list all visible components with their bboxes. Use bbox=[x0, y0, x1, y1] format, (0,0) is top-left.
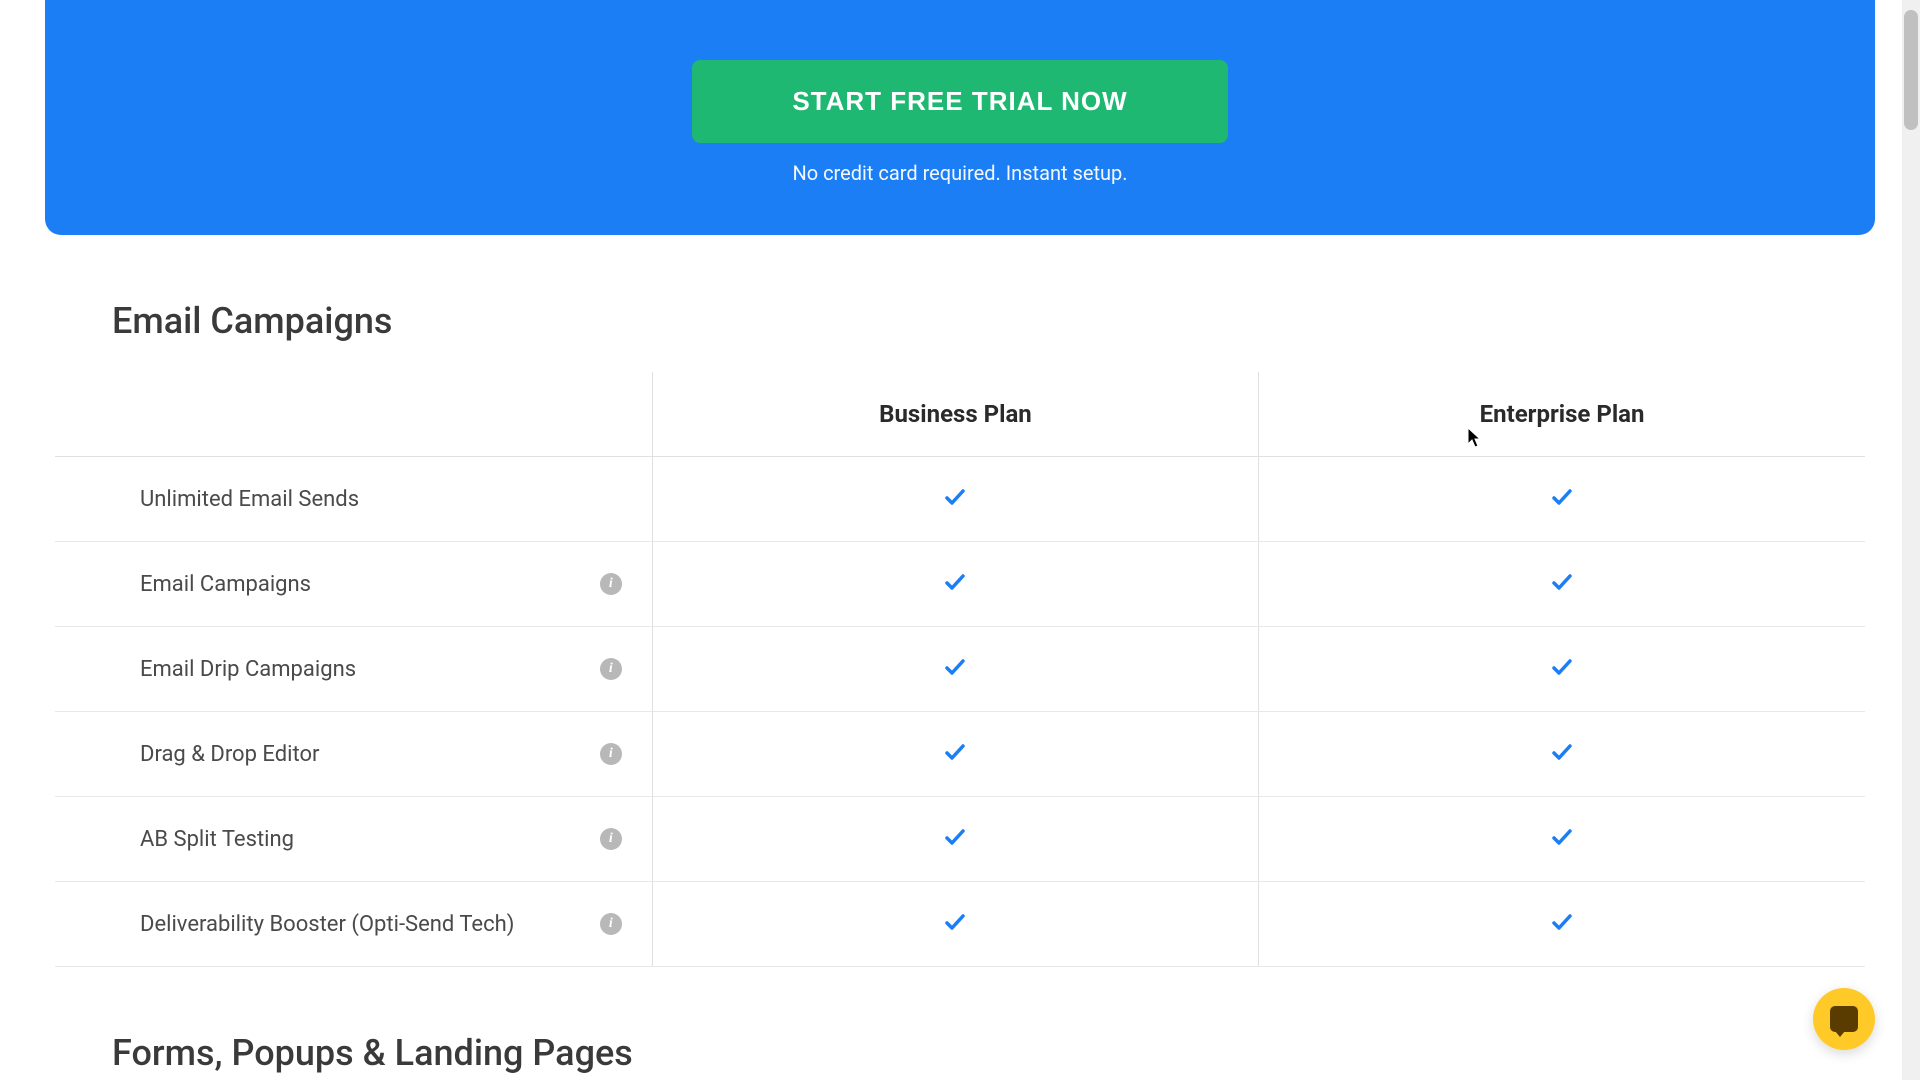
info-icon[interactable] bbox=[600, 658, 622, 680]
check-icon bbox=[943, 910, 967, 934]
chat-widget-button[interactable] bbox=[1813, 988, 1875, 1050]
table-row: Unlimited Email Sends bbox=[55, 457, 1865, 542]
feature-label: Email Drip Campaigns bbox=[140, 657, 356, 682]
plan-cell-business bbox=[652, 882, 1258, 967]
feature-label: Email Campaigns bbox=[140, 572, 311, 597]
check-icon bbox=[1550, 655, 1574, 679]
scrollbar-thumb[interactable] bbox=[1904, 10, 1918, 130]
plan-cell-business bbox=[652, 627, 1258, 712]
table-header-row: Business Plan Enterprise Plan bbox=[55, 372, 1865, 457]
feature-cell: Email Campaigns bbox=[55, 542, 652, 627]
check-icon bbox=[943, 825, 967, 849]
section-title-forms: Forms, Popups & Landing Pages bbox=[112, 1032, 1880, 1074]
plan-cell-enterprise bbox=[1259, 712, 1865, 797]
chat-icon bbox=[1830, 1006, 1858, 1032]
plan-cell-business bbox=[652, 797, 1258, 882]
hero-banner: START FREE TRIAL NOW No credit card requ… bbox=[45, 0, 1875, 235]
feature-cell: Drag & Drop Editor bbox=[55, 712, 652, 797]
table-header-enterprise: Enterprise Plan bbox=[1259, 372, 1865, 457]
plan-cell-enterprise bbox=[1259, 627, 1865, 712]
table-row: Deliverability Booster (Opti-Send Tech) bbox=[55, 882, 1865, 967]
comparison-table: Business Plan Enterprise Plan Unlimited … bbox=[55, 372, 1865, 967]
check-icon bbox=[1550, 740, 1574, 764]
check-icon bbox=[1550, 485, 1574, 509]
plan-cell-enterprise bbox=[1259, 542, 1865, 627]
check-icon bbox=[943, 655, 967, 679]
feature-label: Unlimited Email Sends bbox=[140, 487, 359, 512]
page-container: START FREE TRIAL NOW No credit card requ… bbox=[0, 0, 1920, 1074]
plan-cell-business bbox=[652, 457, 1258, 542]
plan-cell-business bbox=[652, 542, 1258, 627]
feature-cell: Email Drip Campaigns bbox=[55, 627, 652, 712]
scrollbar-track[interactable] bbox=[1902, 0, 1920, 1080]
table-header-empty bbox=[55, 372, 652, 457]
cta-subtext: No credit card required. Instant setup. bbox=[85, 161, 1835, 185]
feature-cell: Unlimited Email Sends bbox=[55, 457, 652, 542]
table-row: AB Split Testing bbox=[55, 797, 1865, 882]
table-row: Email Campaigns bbox=[55, 542, 1865, 627]
check-icon bbox=[1550, 570, 1574, 594]
plan-cell-enterprise bbox=[1259, 882, 1865, 967]
check-icon bbox=[1550, 910, 1574, 934]
plan-cell-business bbox=[652, 712, 1258, 797]
info-icon[interactable] bbox=[600, 573, 622, 595]
table-header-business: Business Plan bbox=[652, 372, 1258, 457]
check-icon bbox=[1550, 825, 1574, 849]
table-body: Unlimited Email Sends Email Campaigns Emai… bbox=[55, 457, 1865, 967]
feature-label: Drag & Drop Editor bbox=[140, 742, 319, 767]
plan-cell-enterprise bbox=[1259, 797, 1865, 882]
info-icon[interactable] bbox=[600, 743, 622, 765]
feature-cell: AB Split Testing bbox=[55, 797, 652, 882]
feature-label: AB Split Testing bbox=[140, 827, 294, 852]
plan-cell-enterprise bbox=[1259, 457, 1865, 542]
feature-label: Deliverability Booster (Opti-Send Tech) bbox=[140, 912, 514, 937]
section-title-email-campaigns: Email Campaigns bbox=[112, 300, 1880, 342]
check-icon bbox=[943, 740, 967, 764]
feature-cell: Deliverability Booster (Opti-Send Tech) bbox=[55, 882, 652, 967]
check-icon bbox=[943, 485, 967, 509]
check-icon bbox=[943, 570, 967, 594]
table-row: Email Drip Campaigns bbox=[55, 627, 1865, 712]
table-row: Drag & Drop Editor bbox=[55, 712, 1865, 797]
info-icon[interactable] bbox=[600, 828, 622, 850]
start-free-trial-button[interactable]: START FREE TRIAL NOW bbox=[692, 60, 1227, 143]
info-icon[interactable] bbox=[600, 913, 622, 935]
